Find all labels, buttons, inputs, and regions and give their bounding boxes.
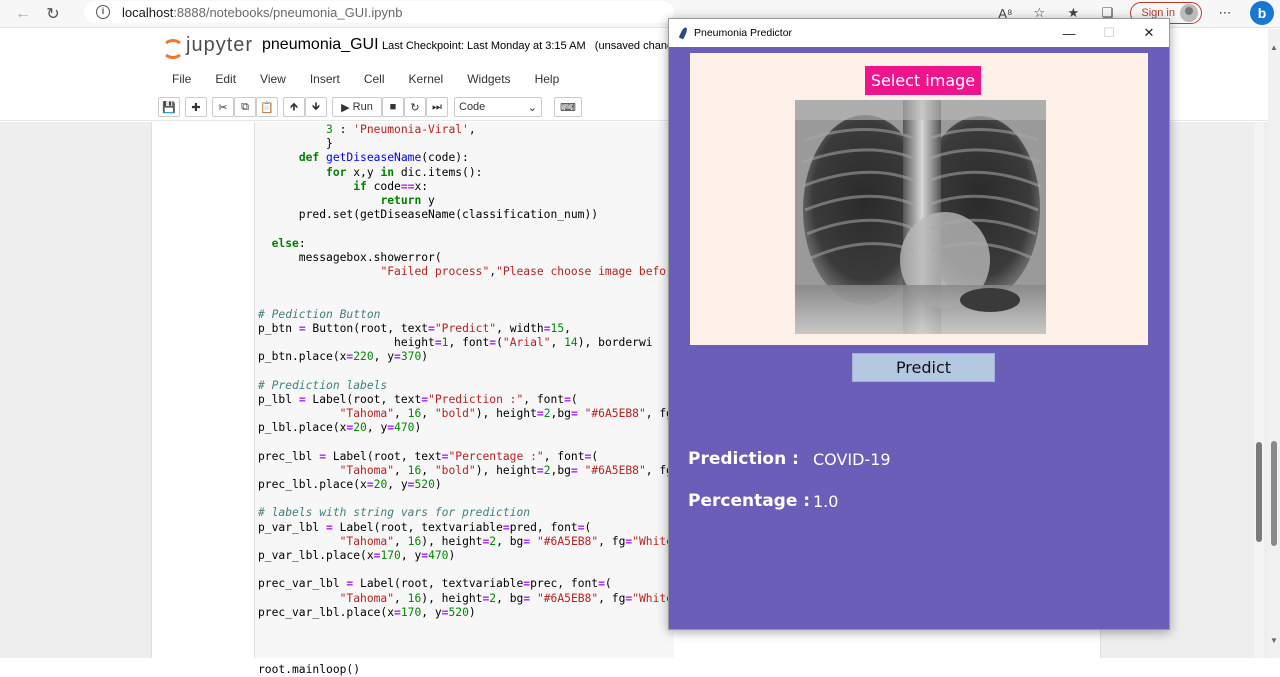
notebook-toolbar: 💾 ✚ ✂ ⧉ 📋 🡹 🡻 ▶ Run ■ ↻ ⏭ Code ⌄ ⌨	[158, 96, 582, 118]
code-line: else:	[271, 236, 306, 250]
window-title: Pneumonia Predictor	[694, 27, 793, 39]
cut-icon[interactable]: ✂	[212, 97, 234, 117]
code-line: p_var_lbl.place(x=170, y=470)	[258, 549, 456, 562]
info-icon[interactable]: i	[96, 5, 110, 19]
menu-widgets[interactable]: Widgets	[455, 72, 522, 86]
menu-insert[interactable]: Insert	[298, 72, 352, 86]
menu-bar: File Edit View Insert Cell Kernel Widget…	[160, 72, 571, 86]
code-line: root.mainloop()	[258, 662, 361, 676]
code-line: # Prediction labels	[258, 378, 388, 392]
save-icon[interactable]: 💾	[158, 97, 180, 117]
restart-icon[interactable]: ↻	[404, 97, 426, 117]
minimize-icon[interactable]: —	[1049, 19, 1089, 47]
refresh-icon[interactable]: ↻	[38, 2, 68, 26]
select-image-button[interactable]: Select image	[865, 66, 981, 95]
pneumonia-predictor-window: Pneumonia Predictor — ☐ ✕ Select image P…	[668, 18, 1170, 630]
maximize-icon: ☐	[1103, 25, 1115, 40]
code-line: p_lbl.place(x=20, y=470)	[258, 421, 422, 435]
window-body: Select image Predict Prediction: COVID-…	[669, 47, 1169, 629]
run-label: Run	[352, 101, 373, 113]
address-bar[interactable]: i localhost:8888/notebooks/pneumonia_GUI…	[84, 1, 674, 23]
percentage-value: 1.0	[813, 492, 839, 511]
code-line: }	[258, 137, 333, 151]
cell-type-value: Code	[459, 101, 486, 113]
add-cell-icon[interactable]: ✚	[185, 97, 207, 117]
code-line: 3 : 'Pneumonia-Viral',	[326, 123, 476, 136]
window-titlebar[interactable]: Pneumonia Predictor — ☐ ✕	[669, 19, 1169, 47]
code-line: prec_lbl = Label(root, text="Percentage …	[258, 449, 599, 463]
tk-feather-icon	[678, 26, 688, 40]
bing-icon[interactable]: b	[1250, 1, 1274, 25]
move-up-icon[interactable]: 🡹	[283, 97, 305, 117]
move-down-icon[interactable]: 🡻	[305, 97, 327, 117]
unsaved-text: (unsaved chang	[594, 40, 674, 52]
avatar	[1180, 4, 1198, 22]
code-line: height=1, font=("Arial", 14), borderwi	[258, 336, 653, 349]
inner-scrollbar-thumb[interactable]	[1256, 442, 1262, 542]
code-line: return y	[380, 194, 435, 207]
menu-cell[interactable]: Cell	[352, 72, 397, 86]
run-button[interactable]: ▶ Run	[332, 97, 382, 117]
percentage-label: Percentage :	[688, 491, 811, 511]
url-host: localhost	[122, 4, 174, 20]
url-path: :8888/notebooks/pneumonia_GUI.ipynb	[173, 4, 403, 20]
copy-icon[interactable]: ⧉	[234, 97, 256, 117]
code-line: prec_lbl.place(x=20, y=520)	[258, 478, 442, 491]
jupyter-logo-icon	[162, 35, 184, 59]
code-line: "Tahoma", 16), height=2, bg= "#6A5EB8", …	[339, 591, 694, 605]
fast-forward-icon[interactable]: ⏭	[426, 97, 448, 117]
cell-type-select[interactable]: Code ⌄	[454, 97, 542, 117]
stop-icon[interactable]: ■	[382, 97, 404, 117]
code-line: prec_var_lbl.place(x=170, y=520)	[258, 605, 476, 619]
menu-kernel[interactable]: Kernel	[397, 72, 456, 86]
inner-scrollbar[interactable]	[1254, 122, 1264, 658]
chevron-down-icon: ⌄	[527, 101, 537, 114]
close-icon[interactable]: ✕	[1129, 19, 1169, 47]
code-line: pred.set(getDiseaseName(classification_n…	[258, 208, 599, 222]
jupyter-logo[interactable]: jupyter	[162, 34, 254, 59]
more-icon[interactable]: ⋯	[1208, 5, 1242, 21]
code-line: messagebox.showerror(	[258, 250, 442, 264]
code-line: "Tahoma", 16, "bold"), height=2,bg= "#6A…	[339, 463, 694, 477]
scroll-down-icon[interactable]: ▼	[1270, 636, 1278, 645]
image-panel: Select image	[690, 53, 1148, 345]
keyboard-icon[interactable]: ⌨	[554, 97, 582, 117]
menu-file[interactable]: File	[160, 72, 203, 86]
checkpoint-status: Last Checkpoint: Last Monday at 3:15 AM …	[382, 40, 673, 52]
notebook-name[interactable]: pneumonia_GUI	[262, 36, 379, 54]
code-line: prec_var_lbl = Label(root, textvariable=…	[258, 577, 612, 591]
code-line: "Tahoma", 16, "bold"), height=2,bg= "#6A…	[339, 407, 694, 420]
menu-edit[interactable]: Edit	[203, 72, 248, 86]
code-line: for x,y in dic.items():	[326, 165, 483, 179]
menu-view[interactable]: View	[248, 72, 298, 86]
code-line: p_var_lbl = Label(root, textvariable=pre…	[258, 520, 592, 534]
code-line: # Pediction Button	[258, 307, 381, 321]
jupyter-logo-text: jupyter	[186, 34, 254, 56]
code-line: if code==x:	[353, 179, 429, 193]
chest-xray-image	[795, 100, 1046, 334]
code-line: p_btn = Button(root, text="Predict", wid…	[258, 321, 571, 335]
play-icon: ▶	[341, 101, 350, 114]
menu-help[interactable]: Help	[523, 72, 572, 86]
code-line: "Failed process","Please choose image be…	[380, 265, 680, 278]
code-line: p_lbl = Label(root, text="Prediction :",…	[258, 392, 578, 406]
code-line: # labels with string vars for prediction	[258, 506, 531, 520]
back-icon[interactable]: ←	[8, 2, 38, 26]
code-line: def getDiseaseName(code):	[298, 151, 469, 165]
prediction-label: Prediction :	[688, 449, 799, 469]
page-scrollbar-thumb[interactable]	[1271, 441, 1277, 546]
predict-button[interactable]: Predict	[852, 353, 995, 382]
paste-icon[interactable]: 📋	[256, 97, 278, 117]
scroll-up-icon[interactable]: ▲	[1270, 43, 1278, 52]
page-scrollbar[interactable]: ▲ ▼	[1268, 29, 1280, 658]
code-line: "Tahoma", 16), height=2, bg= "#6A5EB8", …	[339, 534, 694, 548]
prediction-value: COVID-19	[813, 450, 891, 469]
checkpoint-text: Last Checkpoint: Last Monday at 3:15 AM	[382, 40, 586, 52]
code-line: p_btn.place(x=220, y=370)	[258, 350, 429, 364]
